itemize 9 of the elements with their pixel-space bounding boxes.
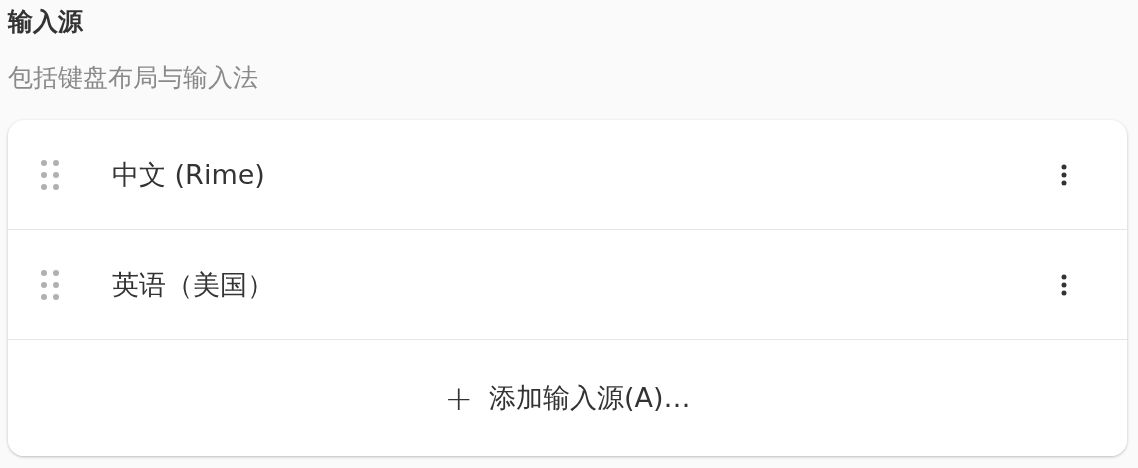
section-title: 输入源 xyxy=(8,6,84,38)
drag-handle-icon[interactable] xyxy=(40,268,60,301)
section-subtitle: 包括键盘布局与输入法 xyxy=(8,62,259,94)
more-options-icon[interactable] xyxy=(1061,163,1067,186)
input-source-name: 中文 (Rime) xyxy=(112,157,266,192)
more-options-icon[interactable] xyxy=(1061,273,1067,296)
drag-handle-icon[interactable] xyxy=(40,158,60,191)
input-source-name: 英语（美国） xyxy=(112,267,275,302)
add-input-source-button[interactable]: + 添加输入源(A)… xyxy=(8,340,1127,456)
